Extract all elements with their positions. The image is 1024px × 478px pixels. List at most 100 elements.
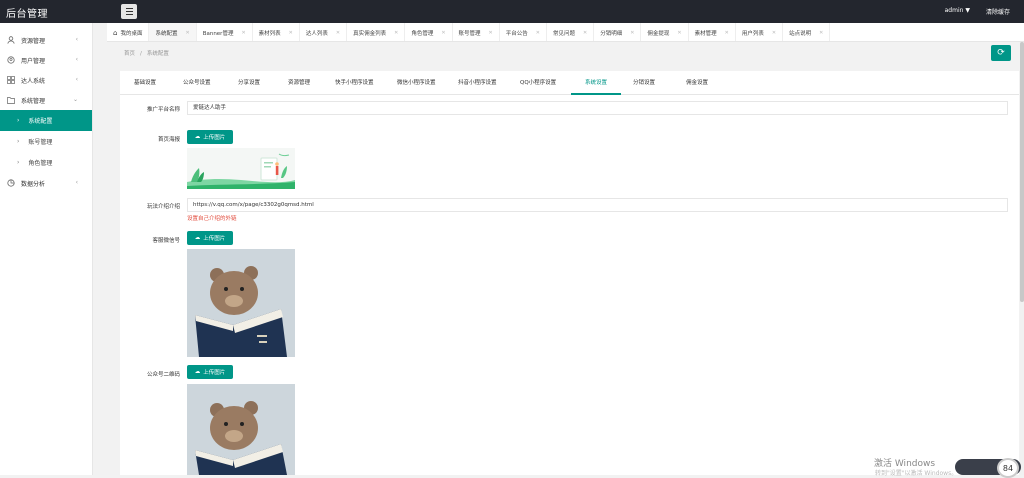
upload-label: 上传图片 — [203, 370, 226, 376]
user-icon — [7, 36, 15, 44]
main-panel: 基础设置 公众号设置 分享设置 资源管理 快手小程序设置 微信小程序设置 抖音小… — [120, 71, 1019, 475]
tab-notice[interactable]: 平台公告 ✕ — [500, 23, 547, 41]
page-scrollbar[interactable] — [1020, 42, 1024, 475]
close-icon[interactable]: ✕ — [394, 30, 398, 36]
tab-site-info[interactable]: 站点说明 ✕ — [783, 23, 831, 41]
breadcrumb-separator: / — [140, 51, 142, 57]
close-icon[interactable]: ✕ — [772, 30, 776, 36]
tab-system-settings[interactable]: 系统设置 — [571, 71, 622, 95]
chevron-right-icon: › — [17, 117, 20, 124]
upload-home-poster-button[interactable]: ☁ 上传图片 — [187, 130, 233, 144]
sidebar-item-analytics[interactable]: 数据分析 ‹ — [0, 173, 92, 193]
tab-label: 系统配置 — [155, 30, 178, 37]
tab-official-account-settings[interactable]: 公众号设置 — [183, 71, 211, 95]
tab-banner[interactable]: Banner管理 ✕ — [197, 23, 253, 41]
tab-qq-mini-settings[interactable]: QQ小程序设置 — [520, 71, 556, 95]
sidebar-subitem-label: 角色管理 — [28, 160, 53, 167]
close-icon[interactable]: ✕ — [289, 30, 293, 36]
tab-douyin-mini-settings[interactable]: 抖音小程序设置 — [458, 71, 497, 95]
tab-label: 真实佣金列表 — [353, 30, 387, 37]
performance-value: 84 — [997, 458, 1019, 478]
close-icon[interactable]: ✕ — [441, 30, 445, 36]
close-icon[interactable]: ✕ — [185, 30, 189, 36]
cloud-upload-icon: ☁ — [194, 369, 201, 375]
sidebar-item-users[interactable]: 用户管理 ‹ — [0, 50, 92, 70]
close-icon[interactable]: ✕ — [241, 30, 245, 36]
grid-icon — [7, 76, 15, 84]
folder-icon — [7, 96, 15, 104]
tab-label: 我的桌面 — [120, 30, 143, 37]
tab-commission-settings[interactable]: 佣金设置 — [686, 71, 708, 95]
settings-tabs: 基础设置 公众号设置 分享设置 资源管理 快手小程序设置 微信小程序设置 抖音小… — [120, 71, 1019, 95]
tab-user-list[interactable]: 用户列表 ✕ — [736, 23, 784, 41]
tab-system-config[interactable]: 系统配置 ✕ — [149, 23, 197, 41]
menu-toggle-button[interactable] — [121, 4, 137, 19]
chevron-left-icon: ‹ — [75, 179, 78, 186]
sidebar-subitem-label: 系统配置 — [28, 118, 53, 125]
sidebar-subitem-accounts[interactable]: › 账号管理 — [0, 131, 92, 152]
tab-label: 账号管理 — [458, 30, 481, 37]
platform-name-input[interactable]: 爱链达人助手 — [187, 101, 1008, 115]
home-icon: ⌂ — [113, 28, 118, 37]
tab-label: Banner管理 — [202, 30, 234, 37]
intro-url-input[interactable]: https://v.qq.com/x/page/c3302g0qmsd.html — [187, 198, 1008, 212]
upload-wechat-button[interactable]: ☁ 上传图片 — [187, 231, 233, 245]
close-icon[interactable]: ✕ — [819, 30, 823, 36]
tab-commissions[interactable]: 真实佣金列表 ✕ — [347, 23, 406, 41]
platform-name-label: 推广平台名称 — [146, 107, 180, 113]
tab-share-settings[interactable]: 分享设置 — [238, 71, 260, 95]
upload-mp-qrcode-button[interactable]: ☁ 上传图片 — [187, 365, 233, 379]
breadcrumb-current: 系统配置 — [146, 51, 169, 57]
close-icon[interactable]: ✕ — [677, 30, 681, 36]
chevron-right-icon: › — [17, 159, 20, 166]
close-icon[interactable]: ✕ — [489, 30, 493, 36]
sidebar-subitem-roles[interactable]: › 角色管理 — [0, 152, 92, 173]
chevron-left-icon: ‹ — [75, 76, 78, 83]
tab-label: 素材管理 — [694, 30, 717, 37]
close-icon[interactable]: ✕ — [336, 30, 340, 36]
tab-influencers[interactable]: 达人列表 ✕ — [300, 23, 348, 41]
sidebar-item-influencer[interactable]: 达人系统 ‹ — [0, 70, 92, 90]
app-title: 后台管理 — [6, 9, 48, 20]
user-name: admin — [944, 7, 964, 14]
clear-cache-link[interactable]: 清除缓存 — [986, 7, 1010, 16]
tab-withdraw[interactable]: 佣金提现 ✕ — [641, 23, 689, 41]
close-icon[interactable]: ✕ — [536, 30, 540, 36]
intro-hint: 设置自己介绍的外链 — [187, 216, 237, 222]
sidebar-item-resources[interactable]: 资源管理 ‹ — [0, 30, 92, 50]
breadcrumb: 首页 / 系统配置 — [124, 49, 169, 57]
refresh-button[interactable]: ⟳ — [991, 45, 1011, 61]
tab-material-manage[interactable]: 素材管理 ✕ — [689, 23, 736, 41]
refresh-icon: ⟳ — [997, 48, 1005, 58]
sidebar-item-label: 达人系统 — [21, 77, 46, 85]
tab-roles[interactable]: 角色管理 ✕ — [405, 23, 453, 41]
tab-wechat-mini-settings[interactable]: 微信小程序设置 — [397, 71, 436, 95]
tab-resource-manage[interactable]: 资源管理 — [288, 71, 310, 95]
page-tabs: ⌂ 我的桌面 系统配置 ✕ Banner管理 ✕ 素材列表 ✕ 达人列表 ✕ 真实佣金列表… — [107, 23, 1024, 42]
tab-desktop[interactable]: ⌂ 我的桌面 — [107, 23, 150, 41]
performance-widget[interactable]: 84 — [955, 458, 1021, 478]
sidebar: 资源管理 ‹ 用户管理 ‹ 达人系统 ‹ 系统管理 ⌄ › 系统配置 › 账号管… — [0, 23, 93, 475]
chevron-down-icon: ⌄ — [72, 96, 78, 103]
close-icon[interactable]: ✕ — [630, 30, 634, 36]
tab-basic-settings[interactable]: 基础设置 — [134, 71, 156, 95]
intro-label: 玩法介绍介绍 — [146, 204, 180, 210]
mp-qrcode-label: 公众号二维码 — [146, 372, 180, 378]
tab-label: 达人列表 — [305, 30, 328, 37]
sidebar-item-system[interactable]: 系统管理 ⌄ — [0, 90, 92, 110]
breadcrumb-home[interactable]: 首页 — [124, 51, 135, 57]
user-menu[interactable]: admin ▼ — [945, 7, 970, 16]
tab-accounts[interactable]: 账号管理 ✕ — [453, 23, 500, 41]
sidebar-subitem-system-config[interactable]: › 系统配置 — [0, 110, 92, 131]
tab-distribution-settings[interactable]: 分销设置 — [633, 71, 655, 95]
cloud-upload-icon: ☁ — [194, 235, 201, 241]
tab-faq[interactable]: 常见问题 ✕ — [547, 23, 595, 41]
tab-kuaishou-settings[interactable]: 快手小程序设置 — [335, 71, 374, 95]
tab-distribution[interactable]: 分销明细 ✕ — [594, 23, 642, 41]
close-icon[interactable]: ✕ — [725, 30, 729, 36]
cloud-upload-icon: ☁ — [194, 134, 201, 140]
tab-label: 用户列表 — [741, 30, 764, 37]
upload-label: 上传图片 — [203, 135, 226, 141]
tab-materials[interactable]: 素材列表 ✕ — [253, 23, 300, 41]
close-icon[interactable]: ✕ — [583, 30, 587, 36]
